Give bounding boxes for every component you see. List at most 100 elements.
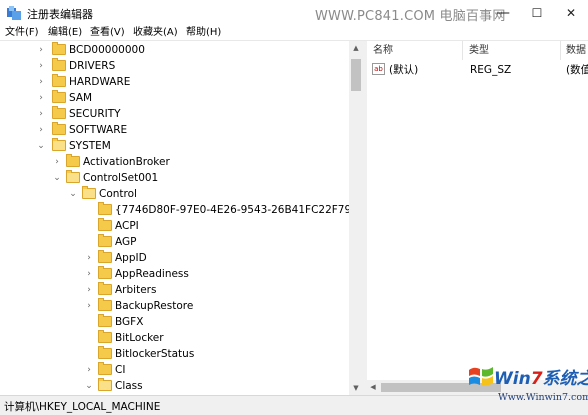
site-watermark: WWW.PC841.COM 电脑百事网 xyxy=(315,9,506,24)
current-key-path: 计算机\HKEY_LOCAL_MACHINE xyxy=(4,401,161,413)
maximize-button[interactable]: ☐ xyxy=(520,0,554,26)
folder-icon xyxy=(52,106,66,119)
tree-item-bgfx[interactable]: BGFX xyxy=(0,314,349,330)
tree-item-sam[interactable]: › SAM xyxy=(0,90,349,106)
registry-tree[interactable]: › BCD00000000 › DRIVERS › HARDWARE › SAM… xyxy=(0,41,363,395)
win7-logo-watermark: Win7系统之家 Www.Winwin7.com xyxy=(466,358,588,415)
chevron-right-icon[interactable]: › xyxy=(52,154,62,170)
chevron-down-icon[interactable]: ⌄ xyxy=(68,186,78,202)
tree-item-ci[interactable]: › CI xyxy=(0,362,349,378)
chevron-right-icon[interactable]: › xyxy=(36,42,46,58)
tree-item-appid[interactable]: › AppID xyxy=(0,250,349,266)
title-bar: 注册表编辑器 WWW.PC841.COM 电脑百事网 — ☐ ✕ xyxy=(0,0,588,26)
column-divider[interactable] xyxy=(462,41,463,60)
chevron-down-icon[interactable]: ⌄ xyxy=(36,138,46,154)
tree-item-bitlockerstatus[interactable]: BitlockerStatus xyxy=(0,346,349,362)
minimize-button[interactable]: — xyxy=(486,0,520,26)
string-value-icon: ab xyxy=(372,63,385,75)
tree-item-spacer xyxy=(84,202,94,218)
folder-icon xyxy=(52,42,66,55)
tree-item-appreadiness[interactable]: › AppReadiness xyxy=(0,266,349,282)
scroll-thumb[interactable] xyxy=(351,59,361,91)
folder-open-icon xyxy=(98,378,112,391)
chevron-right-icon[interactable]: › xyxy=(36,90,46,106)
tree-item-drivers[interactable]: › DRIVERS xyxy=(0,58,349,74)
scroll-left-arrow-icon[interactable]: ◀ xyxy=(367,380,379,395)
tree-item-spacer xyxy=(84,314,94,330)
tree-item-bitlocker[interactable]: BitLocker xyxy=(0,330,349,346)
tree-item-label: Class xyxy=(115,380,143,392)
menu-file[interactable]: 文件(F) xyxy=(5,26,39,39)
tree-item-label: BCD00000000 xyxy=(69,44,145,56)
tree-item-guid[interactable]: {7746D80F-97E0-4E26-9543-26B41FC22F79} xyxy=(0,202,358,218)
column-divider[interactable] xyxy=(560,41,561,60)
folder-icon xyxy=(98,314,112,327)
tree-item-backuprestore[interactable]: › BackupRestore xyxy=(0,298,349,314)
values-list[interactable]: 名称 类型 数据 ab (默认) REG_SZ (数值 xyxy=(367,41,588,395)
tree-item-label: Control xyxy=(99,188,137,200)
chevron-right-icon[interactable]: › xyxy=(84,282,94,298)
column-header-type[interactable]: 类型 xyxy=(469,41,489,60)
window-title: 注册表编辑器 xyxy=(27,8,93,21)
tree-item-class[interactable]: ⌄ Class xyxy=(0,378,349,394)
tree-item-spacer xyxy=(84,346,94,362)
chevron-right-icon[interactable]: › xyxy=(36,58,46,74)
menu-help[interactable]: 帮助(H) xyxy=(186,26,221,39)
tree-item-acpi[interactable]: ACPI xyxy=(0,218,349,234)
folder-icon xyxy=(52,58,66,71)
tree-item-activationbroker[interactable]: › ActivationBroker xyxy=(0,154,349,170)
folder-icon xyxy=(98,346,112,359)
tree-item-label: SYSTEM xyxy=(69,140,111,152)
windows-flag-icon xyxy=(469,367,493,386)
menu-view[interactable]: 查看(V) xyxy=(90,26,125,39)
tree-item-label: HARDWARE xyxy=(69,76,131,88)
tree-item-label: CI xyxy=(115,364,126,376)
value-type: REG_SZ xyxy=(470,64,512,76)
tree-item-system[interactable]: ⌄ SYSTEM xyxy=(0,138,349,154)
tree-item-arbiters[interactable]: › Arbiters xyxy=(0,282,349,298)
tree-item-control[interactable]: ⌄ Control xyxy=(0,186,349,202)
value-name: (默认) xyxy=(389,64,419,76)
menu-favorites[interactable]: 收藏夹(A) xyxy=(133,26,178,39)
tree-item-controlset001[interactable]: ⌄ ControlSet001 xyxy=(0,170,349,186)
folder-icon xyxy=(98,202,112,215)
value-row[interactable]: ab (默认) REG_SZ (数值 xyxy=(367,61,588,79)
chevron-right-icon[interactable]: › xyxy=(84,250,94,266)
chevron-down-icon[interactable]: ⌄ xyxy=(84,378,94,394)
tree-item-bcd[interactable]: › BCD00000000 xyxy=(0,42,349,58)
tree-item-software[interactable]: › SOFTWARE xyxy=(0,122,349,138)
tree-item-label: DRIVERS xyxy=(69,60,116,72)
menu-bar: 文件(F) 编辑(E) 查看(V) 收藏夹(A) 帮助(H) xyxy=(0,26,588,40)
tree-item-spacer xyxy=(84,218,94,234)
tree-item-label: AppReadiness xyxy=(115,268,189,280)
menu-edit[interactable]: 编辑(E) xyxy=(48,26,82,39)
chevron-right-icon[interactable]: › xyxy=(84,266,94,282)
tree-item-label: ACPI xyxy=(115,220,139,232)
tree-item-hardware[interactable]: › HARDWARE xyxy=(0,74,349,90)
scroll-down-arrow-icon[interactable]: ▼ xyxy=(349,381,363,395)
folder-open-icon xyxy=(82,186,96,199)
folder-icon xyxy=(98,218,112,231)
chevron-right-icon[interactable]: › xyxy=(36,74,46,90)
value-data: (数值 xyxy=(566,64,588,76)
chevron-right-icon[interactable]: › xyxy=(84,362,94,378)
logo-suffix: 系统之家 xyxy=(542,369,588,389)
column-header-data[interactable]: 数据 xyxy=(566,41,586,60)
chevron-down-icon[interactable]: ⌄ xyxy=(52,170,62,186)
chevron-right-icon[interactable]: › xyxy=(36,122,46,138)
tree-item-label: BGFX xyxy=(115,316,144,328)
chevron-right-icon[interactable]: › xyxy=(84,298,94,314)
tree-item-spacer xyxy=(84,330,94,346)
folder-icon xyxy=(52,90,66,103)
column-header-name[interactable]: 名称 xyxy=(373,41,393,60)
folder-icon xyxy=(98,362,112,375)
tree-item-label: SECURITY xyxy=(69,108,121,120)
chevron-right-icon[interactable]: › xyxy=(36,106,46,122)
tree-vertical-scrollbar[interactable]: ▲ ▼ xyxy=(349,41,363,395)
tree-item-security[interactable]: › SECURITY xyxy=(0,106,349,122)
close-button[interactable]: ✕ xyxy=(554,0,588,26)
scroll-up-arrow-icon[interactable]: ▲ xyxy=(349,41,363,55)
tree-item-label: Arbiters xyxy=(115,284,157,296)
tree-item-agp[interactable]: AGP xyxy=(0,234,349,250)
folder-icon xyxy=(52,74,66,87)
